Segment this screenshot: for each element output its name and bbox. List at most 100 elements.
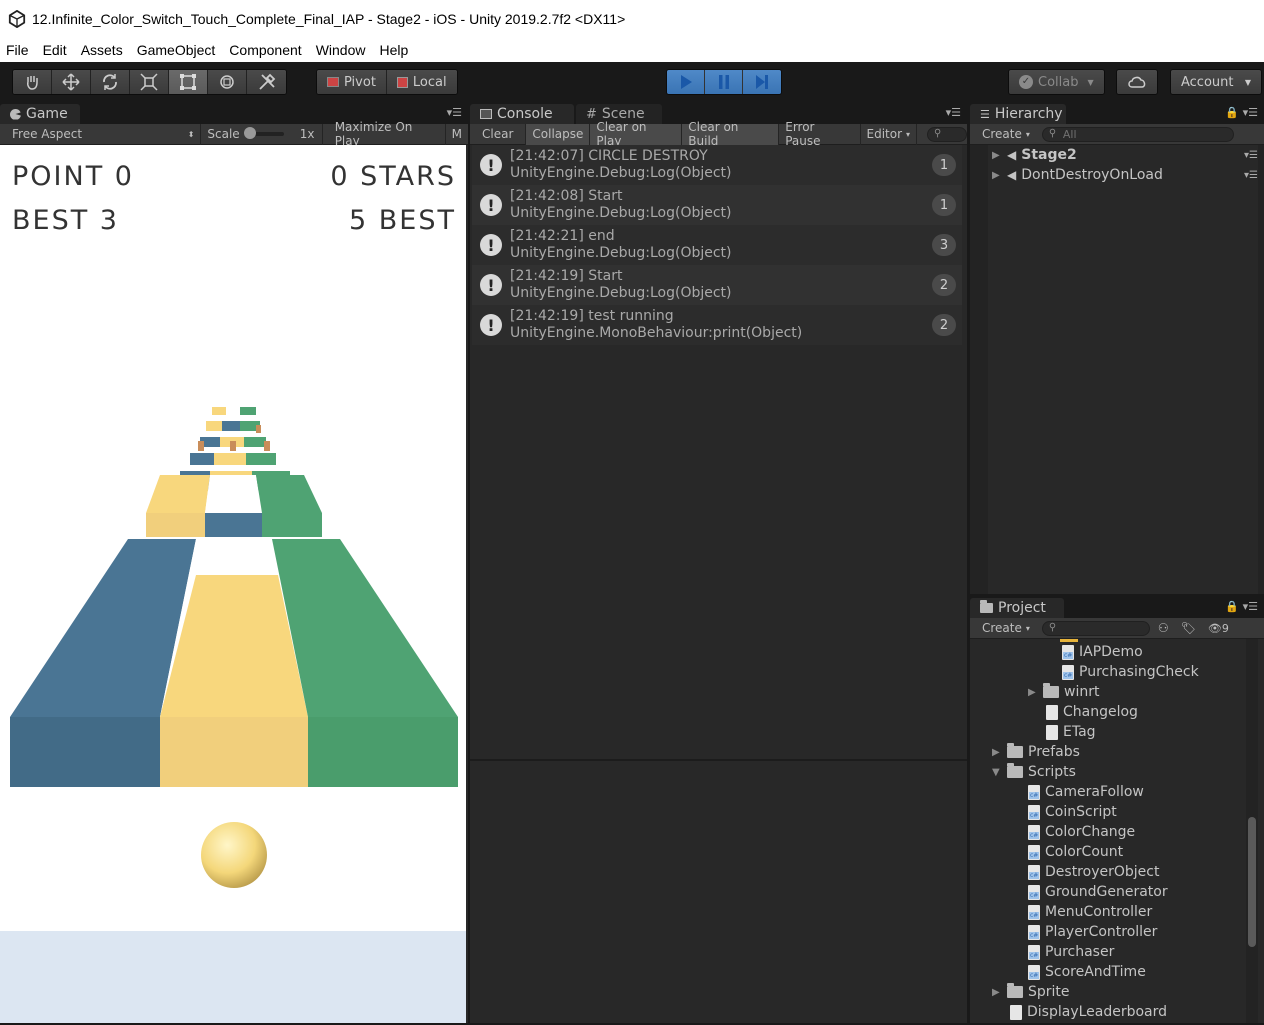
project-item-label: Purchaser	[1045, 944, 1115, 960]
tab-console[interactable]: Console	[470, 104, 574, 124]
folder-icon	[1043, 683, 1059, 698]
project-item[interactable]: Changelog	[1046, 702, 1138, 722]
project-item-label: Sprite	[1028, 984, 1070, 1000]
local-button[interactable]: Local	[386, 70, 457, 94]
project-item[interactable]: PlayerController	[1028, 922, 1157, 942]
project-item[interactable]: ScoreAndTime	[1028, 962, 1146, 982]
project-item-label: GroundGenerator	[1045, 884, 1168, 900]
console-clear-on-build-button[interactable]: Clear on Build	[682, 120, 780, 148]
menu-assets[interactable]: Assets	[81, 42, 123, 58]
transform-tool-button[interactable]	[208, 70, 247, 94]
hidden-packages-count: 9	[1221, 621, 1229, 635]
project-item-label: CameraFollow	[1045, 784, 1144, 800]
tab-game[interactable]: Game	[0, 104, 80, 124]
expand-arrow-icon[interactable]: ▶	[1028, 687, 1038, 698]
scale-slider[interactable]	[243, 127, 284, 139]
console-editor-dropdown[interactable]: Editor ▾	[861, 123, 918, 145]
maximize-on-play-button[interactable]: Maximize On Play	[323, 120, 446, 148]
project-item[interactable]: ▶ winrt	[1028, 682, 1099, 702]
project-item[interactable]: ColorCount	[1028, 842, 1123, 862]
collab-button[interactable]: ✓ Collab ▼	[1009, 70, 1104, 94]
local-icon	[396, 76, 408, 88]
project-item[interactable]: MenuController	[1028, 902, 1152, 922]
log-entry[interactable]: ! [21:42:21] end UnityEngine.Debug:Log(O…	[472, 225, 962, 265]
info-icon: !	[480, 194, 502, 216]
tab-project[interactable]: Project	[970, 598, 1064, 618]
project-item[interactable]: GroundGenerator	[1028, 882, 1168, 902]
mute-audio-button[interactable]: M	[446, 124, 468, 145]
hidden-packages-icon[interactable]: 👁	[1208, 622, 1222, 635]
rect-tool-button[interactable]	[169, 70, 208, 94]
project-item[interactable]: Purchaser	[1028, 942, 1114, 962]
hierarchy-panel-menu-icon[interactable]: 🔒 ▾☰	[1225, 106, 1258, 119]
text-file-icon	[1046, 704, 1058, 720]
project-item[interactable]: ETag	[1046, 722, 1096, 742]
project-create-dropdown[interactable]: Create ▾	[970, 618, 1042, 639]
scale-slider-knob[interactable]	[243, 127, 256, 139]
move-tool-button[interactable]	[52, 70, 91, 94]
console-search-input[interactable]: ⚲	[927, 126, 967, 142]
account-button[interactable]: Account ▼	[1171, 70, 1261, 94]
folder-open-icon	[1007, 763, 1023, 778]
project-item[interactable]: ▶ Sprite	[992, 982, 1070, 1002]
console-collapse-button[interactable]: Collapse	[526, 123, 591, 145]
game-viewport[interactable]: POINT 0 0 STARS BEST 3 5 BEST	[0, 145, 466, 1023]
project-item[interactable]: ▼ Scripts	[992, 762, 1076, 782]
project-item[interactable]: IAPDemo	[1062, 642, 1143, 662]
menu-help[interactable]: Help	[379, 42, 408, 58]
menu-gameobject[interactable]: GameObject	[137, 42, 216, 58]
custom-tool-button[interactable]	[247, 70, 286, 94]
console-clear-on-play-button[interactable]: Clear on Play	[590, 120, 683, 148]
project-item[interactable]: CameraFollow	[1028, 782, 1144, 802]
log-entry[interactable]: ! [21:42:19] test running UnityEngine.Mo…	[472, 305, 962, 345]
tab-hierarchy[interactable]: ☰ Hierarchy	[970, 104, 1066, 124]
expand-arrow-icon[interactable]: ▶	[992, 150, 1002, 161]
hierarchy-search-input[interactable]: ⚲ All	[1041, 126, 1234, 142]
console-panel-menu-icon[interactable]: ▾☰	[946, 106, 961, 119]
expand-arrow-icon[interactable]: ▶	[992, 987, 1002, 998]
hierarchy-scrollbar-right[interactable]	[1258, 145, 1264, 594]
scene-menu-icon[interactable]: ▾☰	[1244, 170, 1258, 181]
hand-tool-button[interactable]	[13, 70, 52, 94]
project-scrollbar-thumb[interactable]	[1248, 817, 1256, 947]
play-button[interactable]	[667, 70, 705, 94]
console-clear-button[interactable]: Clear	[470, 123, 527, 145]
menu-edit[interactable]: Edit	[43, 42, 67, 58]
log-entry[interactable]: ! [21:42:07] CIRCLE DESTROY UnityEngine.…	[472, 145, 962, 185]
game-panel-menu-icon[interactable]: ▾☰	[447, 106, 462, 119]
scale-tool-button[interactable]	[130, 70, 169, 94]
hierarchy-scene-stage2[interactable]: ▶ ◀ Stage2 ▾☰	[992, 145, 1258, 165]
aspect-dropdown[interactable]: Free Aspect ⬍	[0, 123, 202, 145]
project-item[interactable]: ColorChange	[1028, 822, 1135, 842]
filter-type-icon[interactable]: ⚇	[1158, 621, 1169, 635]
pause-button[interactable]	[705, 70, 743, 94]
project-search-input[interactable]: ⚲	[1041, 620, 1150, 636]
scene-menu-icon[interactable]: ▾☰	[1244, 150, 1258, 161]
hierarchy-scene-dontdestroyonload[interactable]: ▶ ◀ DontDestroyOnLoad ▾☰	[992, 165, 1258, 185]
menu-component[interactable]: Component	[229, 42, 301, 58]
log-entry[interactable]: ! [21:42:19] Start UnityEngine.Debug:Log…	[472, 265, 962, 305]
rotate-tool-button[interactable]	[91, 70, 130, 94]
menu-window[interactable]: Window	[316, 42, 366, 58]
hierarchy-create-dropdown[interactable]: Create ▾	[970, 124, 1042, 145]
log-entry[interactable]: ! [21:42:08] Start UnityEngine.Debug:Log…	[472, 185, 962, 225]
project-item[interactable]: CoinScript	[1028, 802, 1117, 822]
project-scrollbar[interactable]	[1246, 639, 1258, 1023]
project-item[interactable]: PurchasingCheck	[1062, 662, 1199, 682]
project-item[interactable]: ▶ Prefabs	[992, 742, 1080, 762]
project-item[interactable]: DisplayLeaderboard	[1010, 1002, 1167, 1022]
pivot-button[interactable]: Pivot	[317, 70, 387, 94]
collapse-arrow-icon[interactable]: ▼	[992, 767, 1002, 778]
expand-arrow-icon[interactable]: ▶	[992, 747, 1002, 758]
project-item-label: Changelog	[1063, 704, 1138, 720]
step-button[interactable]	[743, 70, 781, 94]
project-item-label: PurchasingCheck	[1079, 664, 1199, 680]
console-error-pause-button[interactable]: Error Pause	[779, 120, 861, 148]
hierarchy-scrollbar[interactable]	[970, 145, 988, 594]
menu-file[interactable]: File	[6, 42, 29, 58]
filter-label-icon[interactable]: 🏷	[1181, 621, 1196, 635]
project-panel-menu-icon[interactable]: 🔒 ▾☰	[1225, 600, 1258, 613]
project-item[interactable]: DestroyerObject	[1028, 862, 1159, 882]
cloud-button[interactable]	[1117, 70, 1157, 94]
expand-arrow-icon[interactable]: ▶	[992, 170, 1002, 181]
